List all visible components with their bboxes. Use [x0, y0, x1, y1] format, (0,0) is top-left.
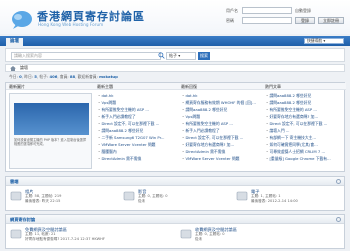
- post-link[interactable]: 好要寄存地方有選商嗎? 加...: [182, 141, 260, 148]
- stat-yesterday-label: 昨日:: [24, 74, 34, 79]
- forum-folder-icon: [10, 229, 22, 239]
- username-input[interactable]: [242, 7, 292, 14]
- col-head-hot-threads: 熱門文章: [262, 83, 346, 90]
- post-link[interactable]: 二手新 Samsung6 T2G07 Win Pr...: [98, 134, 176, 141]
- post-link[interactable]: Direct 設定不, 可以在那裡下載 ...: [266, 120, 344, 127]
- site-header: 香港網頁寄存討論區 Hong Kong Web Hosting Forum 用戶…: [0, 0, 350, 34]
- post-link[interactable]: 請問aaa888.2 哪些好兒: [266, 92, 344, 99]
- search-bar: 請輸入搜索內容 帖子 ▾ 搜索: [5, 48, 345, 62]
- latest-threads-list: dot.hkVps問題有所要推免空主機的 ASP ...新手入門必讀教程了Dir…: [98, 92, 176, 162]
- stat-posts-label: 帖子:: [39, 74, 49, 79]
- collapse-icon[interactable]: [336, 179, 341, 184]
- forum-section-cloud: 雲端 相片 主題: 58, 主題帖: 219 最後發表: 昨天 22:15 影音…: [5, 176, 345, 211]
- post-link[interactable]: Vps問題: [98, 99, 176, 106]
- main-nav: 論壇 快捷導航 ▾: [0, 36, 350, 46]
- section-title[interactable]: 網頁寄存討論: [6, 215, 344, 224]
- forum-item[interactable]: 電子 主題: 1, 主題帖: 1 最後發表: 2012-2-14 14:00: [234, 188, 344, 208]
- auto-login-label[interactable]: 自動登錄: [295, 8, 311, 14]
- latest-replies-list: dot.hk網頁寄存服務有效期 WHOHF 的個 [回]...請問aaa888.…: [182, 92, 260, 162]
- post-link[interactable]: VMWare Server Vcenter 問題: [98, 141, 176, 148]
- quick-nav-dropdown[interactable]: 快捷導航 ▾: [304, 38, 344, 44]
- post-link[interactable]: 請問aaa888.2 哪些好兒: [182, 106, 260, 113]
- password-input[interactable]: [242, 17, 292, 24]
- latest-panel: 最新圖片 最新主題 最新回復 熱門文章 如何設置虛擬主機的 PHP 版本？進入控…: [5, 82, 346, 172]
- nav-tab-forum[interactable]: 論壇: [6, 38, 23, 46]
- stat-welcome-value[interactable]: mxkatup: [99, 74, 118, 79]
- register-button[interactable]: 立即註冊: [318, 17, 344, 24]
- post-link[interactable]: 如何可確實把同學(尤其)會...: [266, 141, 344, 148]
- forum-last-post[interactable]: 好寄存地點有優惠嗎? 2017-7-24 12:37 HKWHF: [25, 237, 105, 242]
- collapse-icon[interactable]: [336, 217, 341, 222]
- post-link[interactable]: 有部網一下 寄主機技大主...: [266, 134, 344, 141]
- stat-today-value: 0: [19, 74, 22, 79]
- post-link[interactable]: Direct 設定不, 可以在那裡下載 ...: [182, 134, 260, 141]
- forum-stats: 今日: 0, 昨日: 5, 帖子: 406, 會員: 88, 歡迎新會員: mx…: [9, 74, 118, 79]
- stat-welcome-label: 歡迎新會員:: [77, 74, 98, 79]
- post-link[interactable]: DirectAdmin 需不需換: [98, 155, 176, 162]
- home-icon[interactable]: [10, 66, 16, 71]
- forum-item[interactable]: 影音 主題: 0, 主題帖: 0 從未: [121, 188, 231, 208]
- post-link[interactable]: Vps問題: [182, 113, 260, 120]
- post-link[interactable]: 請問aaa888.2 哪些好兒: [266, 99, 344, 106]
- stat-members-value: 88: [69, 74, 76, 79]
- section-title[interactable]: 雲端: [6, 177, 344, 186]
- forum-folder-icon: [180, 229, 192, 239]
- login-button[interactable]: 登錄: [295, 17, 315, 24]
- post-link[interactable]: 網頁寄存服務有效期 WHOHF 的個 [回]...: [182, 99, 260, 106]
- post-link[interactable]: 論壇入門 ...: [266, 127, 344, 134]
- post-link[interactable]: 請問aaa888.2 哪些好兒: [98, 127, 176, 134]
- post-link[interactable]: 新手入門必讀教程了: [182, 127, 260, 134]
- post-link[interactable]: Direct 設定不, 可以在那裡下載 ...: [98, 120, 176, 127]
- hot-threads-list: 請問aaa888.2 哪些好兒請問aaa888.2 哪些好兒有所要推免空主機的 …: [266, 92, 344, 162]
- search-icon[interactable]: [158, 52, 165, 59]
- stat-posts-value: 406: [49, 74, 58, 79]
- slide-image[interactable]: [14, 103, 89, 135]
- forum-folder-icon: [236, 191, 248, 201]
- forum-item[interactable]: 收費網頁及空間討論區 主題: 0, 主題帖: 0 從未: [178, 226, 338, 246]
- forum-last-post: 從未: [195, 236, 203, 241]
- forum-folder-icon: [10, 191, 22, 201]
- breadcrumb: 論壇: [5, 64, 345, 72]
- password-label: 密碼: [226, 18, 234, 23]
- forum-last-post[interactable]: 最後發表: 2012-2-14 14:00: [251, 199, 298, 204]
- forum-folder-icon: [123, 191, 135, 201]
- forum-last-post: 從未: [138, 198, 146, 203]
- post-link[interactable]: 新手入門必讀教程了: [98, 113, 176, 120]
- col-head-images: 最新圖片: [6, 83, 94, 90]
- post-link[interactable]: DirectAdmin 需不需換: [182, 148, 260, 155]
- forum-item[interactable]: 免費網頁及空間討論區 主題: 11, 帖數: 21 好寄存地點有優惠嗎? 201…: [8, 226, 168, 246]
- site-subtitle: Hong Kong Web Hosting Forum: [38, 22, 104, 27]
- stat-yesterday-value: 5: [34, 74, 37, 79]
- post-link[interactable]: 有所要推免空主機的 ASP ...: [266, 106, 344, 113]
- post-link[interactable]: dot.hk: [182, 92, 260, 99]
- post-link[interactable]: [重量級] Google Chrome 下載有...: [266, 155, 344, 162]
- post-link[interactable]: 可尋效虛擬人士招網 CRLIM 7 ...: [266, 148, 344, 155]
- col-head-latest-replies: 最新回復: [178, 83, 262, 90]
- forum-item[interactable]: 相片 主題: 58, 主題帖: 219 最後發表: 昨天 22:15: [8, 188, 118, 208]
- post-link[interactable]: 有所要推免空主機的 ASP ...: [182, 120, 260, 127]
- slide-caption: 如何設置虛擬主機的 PHP 版本？進入控制台後選擇相應的選項即可完成。: [14, 138, 87, 146]
- post-link[interactable]: 腦腫腦內: [98, 148, 176, 155]
- image-slideshow[interactable]: 如何設置虛擬主機的 PHP 版本？進入控制台後選擇相應的選項即可完成。: [9, 93, 92, 169]
- post-link[interactable]: 有所要推免空主機的 ASP ...: [98, 106, 176, 113]
- username-label: 用戶名: [226, 8, 238, 13]
- search-button[interactable]: 搜索: [198, 52, 210, 60]
- search-scope-select[interactable]: 帖子 ▾: [166, 52, 196, 60]
- forum-section-hosting: 網頁寄存討論 免費網頁及空間討論區 主題: 11, 帖數: 21 好寄存地點有優…: [5, 214, 345, 249]
- post-link[interactable]: 好要寄存地方有選商嗎? 加...: [266, 113, 344, 120]
- search-input[interactable]: 請輸入搜索內容: [11, 52, 161, 60]
- stat-members-label: 會員:: [59, 74, 69, 79]
- stat-today-label: 今日:: [9, 74, 18, 79]
- breadcrumb-current[interactable]: 論壇: [20, 65, 28, 70]
- post-link[interactable]: dot.hk: [98, 92, 176, 99]
- forum-last-post[interactable]: 最後發表: 昨天 22:15: [25, 199, 60, 204]
- col-head-latest-threads: 最新主題: [94, 83, 178, 90]
- site-logo-icon[interactable]: [10, 6, 34, 30]
- post-link[interactable]: VMWare Server Vcenter 問題: [182, 155, 260, 162]
